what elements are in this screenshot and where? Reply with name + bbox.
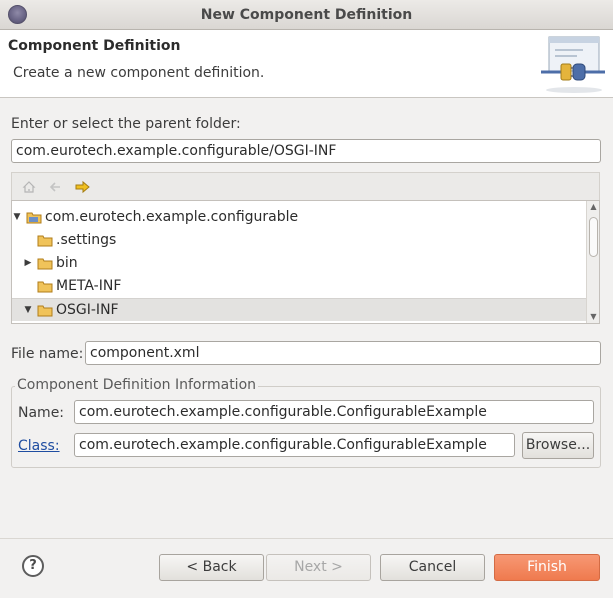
browse-button[interactable]: Browse...: [522, 432, 594, 459]
file-name-input[interactable]: component.xml: [85, 341, 601, 365]
title-bar: New Component Definition: [0, 0, 613, 30]
tree-scrollbar[interactable]: ▲ ▼: [586, 201, 599, 323]
tree-item-bin[interactable]: ▶ bin: [12, 252, 587, 275]
home-icon[interactable]: [20, 178, 38, 196]
tree-item-osgi-inf[interactable]: ▼ OSGI-INF: [12, 298, 587, 321]
wizard-header: Component Definition Create a new compon…: [0, 30, 613, 98]
tree-item-label: com.eurotech.example.configurable: [45, 209, 299, 225]
wizard-description: Create a new component definition.: [13, 65, 265, 81]
cancel-button[interactable]: Cancel: [380, 554, 485, 581]
expander-expanded-icon[interactable]: ▼: [23, 299, 33, 322]
help-icon[interactable]: ?: [22, 555, 44, 577]
parent-folder-label: Enter or select the parent folder:: [11, 116, 241, 132]
next-button[interactable]: Next >: [266, 554, 371, 581]
file-name-label: File name:: [11, 346, 84, 362]
tree-item-settings[interactable]: .settings: [12, 229, 587, 252]
tree-item-label: META-INF: [56, 278, 122, 294]
tree-item-label: .settings: [56, 232, 117, 248]
folder-tree[interactable]: ▼ com.eurotech.example.configurable .set…: [11, 200, 600, 324]
parent-folder-input[interactable]: com.eurotech.example.configurable/OSGI-I…: [11, 139, 601, 163]
folder-icon: [37, 258, 53, 270]
tree-item-label: bin: [56, 255, 78, 271]
scroll-up-icon[interactable]: ▲: [587, 201, 599, 213]
tree-item-meta-inf[interactable]: META-INF: [12, 275, 587, 298]
button-bar-divider: [0, 538, 613, 539]
tree-item-project[interactable]: ▼ com.eurotech.example.configurable: [12, 206, 587, 229]
project-folder-icon: [26, 212, 42, 224]
name-input[interactable]: com.eurotech.example.configurable.Config…: [74, 400, 594, 424]
expander-collapsed-icon[interactable]: ▶: [23, 252, 33, 275]
window-title: New Component Definition: [200, 7, 413, 23]
name-label: Name:: [18, 405, 65, 421]
finish-button[interactable]: Finish: [494, 554, 600, 581]
expander-expanded-icon[interactable]: ▼: [12, 206, 22, 229]
wizard-title: Component Definition: [8, 38, 181, 54]
component-wizard-icon: [541, 36, 605, 93]
tree-toolbar: [11, 172, 600, 200]
component-info-title: Component Definition Information: [15, 377, 259, 393]
back-button[interactable]: < Back: [159, 554, 264, 581]
scroll-down-icon[interactable]: ▼: [587, 311, 599, 323]
folder-icon: [37, 281, 53, 293]
tree-item-label: OSGI-INF: [56, 302, 119, 318]
folder-icon: [37, 305, 53, 317]
class-input[interactable]: com.eurotech.example.configurable.Config…: [74, 433, 515, 457]
forward-arrow-icon[interactable]: [74, 178, 92, 196]
scrollbar-thumb[interactable]: [589, 217, 598, 257]
folder-icon: [37, 235, 53, 247]
class-link[interactable]: Class:: [18, 438, 60, 454]
back-arrow-icon[interactable]: [46, 178, 64, 196]
